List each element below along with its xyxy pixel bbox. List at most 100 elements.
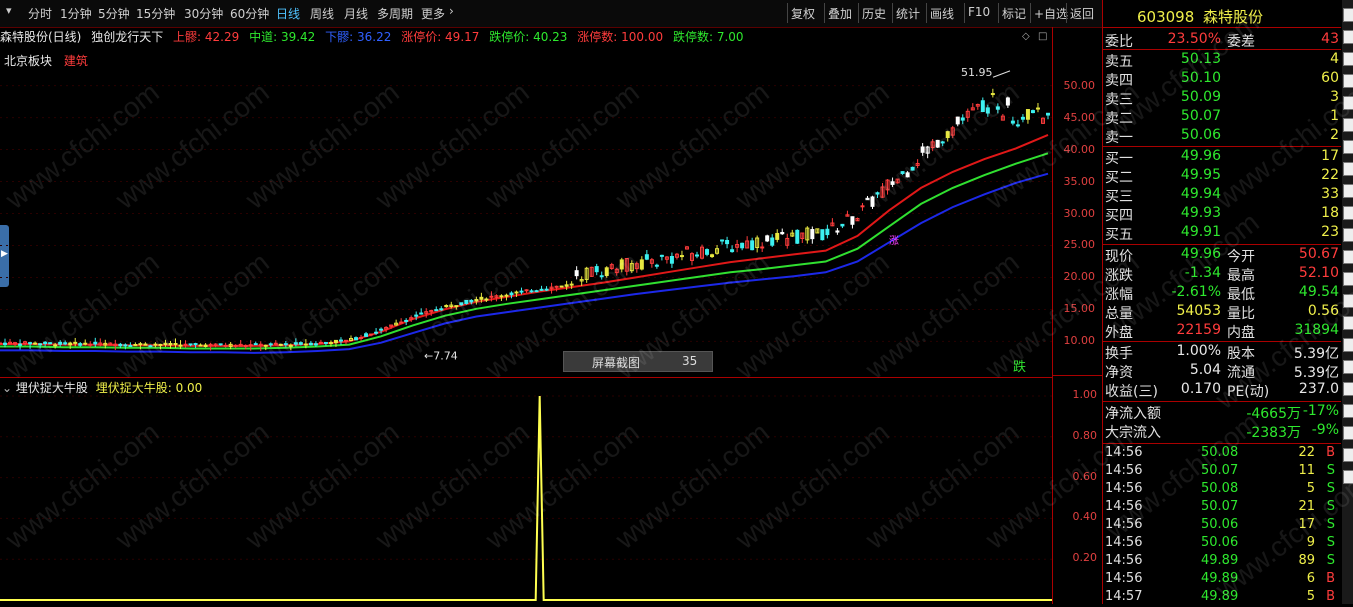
industry-label[interactable]: 建筑 bbox=[64, 54, 88, 68]
period-6[interactable]: 60分钟 bbox=[230, 5, 269, 22]
side-tool-icon[interactable] bbox=[1343, 184, 1353, 198]
tick-side: S bbox=[1326, 463, 1335, 478]
toolbar-button-2[interactable]: 叠加 bbox=[828, 5, 852, 22]
candle-body bbox=[694, 254, 699, 257]
flow-percent: -9% bbox=[1311, 422, 1339, 438]
period-10[interactable]: 多周期 bbox=[377, 5, 413, 22]
high-annotation: 51.95 bbox=[961, 66, 993, 79]
side-tool-icon[interactable] bbox=[1343, 338, 1353, 352]
period-7[interactable]: 日线 bbox=[276, 5, 300, 22]
period-9[interactable]: 月线 bbox=[344, 5, 368, 22]
chart-title-line: 森特股份(日线) 独创龙行天下 上髎: 42.29 中道: 39.42 下髎: … bbox=[0, 28, 750, 45]
candle-body bbox=[659, 254, 664, 257]
period-5[interactable]: 30分钟 bbox=[184, 5, 223, 22]
candle-body bbox=[760, 246, 765, 249]
candle-body bbox=[539, 288, 544, 291]
board-label[interactable]: 北京板块 bbox=[4, 54, 52, 68]
side-tool-icon[interactable] bbox=[1343, 360, 1353, 374]
indicator-name[interactable]: 独创龙行天下 bbox=[91, 30, 163, 44]
side-tool-icon[interactable] bbox=[1343, 404, 1353, 418]
dropdown-icon[interactable]: ▾ bbox=[6, 4, 12, 17]
candle-body bbox=[770, 237, 775, 246]
tick-price: 50.06 bbox=[1201, 535, 1239, 550]
toolbar-button-9[interactable]: 返回 bbox=[1070, 5, 1094, 22]
side-tool-icon[interactable] bbox=[1343, 140, 1353, 154]
toolbar-button-7[interactable]: 标记 bbox=[1002, 5, 1026, 22]
candle-body bbox=[193, 343, 198, 346]
side-tool-icon[interactable] bbox=[1343, 250, 1353, 264]
high-pointer bbox=[992, 70, 1011, 78]
side-tool-icon[interactable] bbox=[1343, 8, 1353, 22]
candle-body bbox=[83, 342, 88, 345]
ask-price: 50.06 bbox=[1180, 127, 1221, 143]
side-tool-icon[interactable] bbox=[1343, 206, 1353, 220]
quote-row-label2: 最高 bbox=[1227, 268, 1255, 284]
candle-body bbox=[514, 291, 519, 294]
candle-body bbox=[233, 344, 238, 347]
bid-price: 49.93 bbox=[1180, 205, 1221, 221]
candle-body bbox=[710, 254, 715, 258]
maximize-icon[interactable]: □ bbox=[1038, 31, 1047, 42]
indicator-axis-label: 0.40 bbox=[1072, 510, 1098, 524]
side-tool-icon[interactable] bbox=[1343, 52, 1353, 66]
candle-body bbox=[644, 254, 649, 260]
tick-time: 14:56 bbox=[1105, 553, 1143, 568]
indicator-pane-name[interactable]: 埋伏捉大牛股 bbox=[16, 381, 88, 395]
candle-body bbox=[569, 283, 574, 286]
tick-volume: 11 bbox=[1298, 463, 1315, 478]
tick-side: B bbox=[1326, 589, 1335, 604]
candle-body bbox=[1010, 120, 1015, 124]
candle-body bbox=[243, 345, 248, 348]
toolbar-button-1[interactable]: 复权 bbox=[791, 5, 815, 22]
weibi-label: 委比 bbox=[1105, 34, 1133, 50]
candle-body bbox=[93, 341, 98, 345]
indicator-axis-label: 0.20 bbox=[1072, 551, 1098, 565]
period-8[interactable]: 周线 bbox=[310, 5, 334, 22]
stock-code: 603098 bbox=[1137, 8, 1195, 26]
toolbar-button-3[interactable]: 历史 bbox=[862, 5, 886, 22]
rise-marker: 涨 bbox=[889, 235, 899, 247]
candle-body bbox=[775, 232, 780, 240]
toolbar-button-5[interactable]: 画线 bbox=[930, 5, 954, 22]
period-1[interactable]: 分时 bbox=[28, 5, 52, 22]
screenshot-tip-value: 35 bbox=[682, 354, 698, 368]
toolbar-separator bbox=[1030, 3, 1031, 23]
collapse-icon[interactable]: ⌄ bbox=[2, 381, 12, 395]
candle-body bbox=[574, 270, 579, 277]
side-tool-icon[interactable] bbox=[1343, 228, 1353, 242]
candle-body bbox=[218, 343, 223, 346]
candle-body bbox=[1030, 110, 1035, 114]
chevron-right-icon[interactable]: › bbox=[449, 4, 454, 18]
side-tool-icon[interactable] bbox=[1343, 30, 1353, 44]
toolbar-button-8[interactable]: +自选 bbox=[1034, 5, 1068, 22]
toolbar-button-6[interactable]: F10 bbox=[968, 5, 990, 19]
limit-down-price: 跌停价: 40.23 bbox=[489, 30, 568, 44]
price-axis-label: 30.00 bbox=[1063, 206, 1096, 220]
indicator-pane[interactable]: ⌄ 埋伏捉大牛股 埋伏捉大牛股: 0.00 bbox=[0, 377, 1052, 605]
candle-body bbox=[3, 342, 8, 345]
side-tool-icon[interactable] bbox=[1343, 382, 1353, 396]
tick-price: 50.08 bbox=[1201, 481, 1239, 496]
toolbar-button-4[interactable]: 统计 bbox=[896, 5, 920, 22]
side-tool-icon[interactable] bbox=[1343, 162, 1353, 176]
toolbar-separator bbox=[892, 3, 893, 23]
fund-row-label: 净资 bbox=[1105, 365, 1133, 381]
period-3[interactable]: 5分钟 bbox=[98, 5, 130, 22]
candle-body bbox=[223, 344, 228, 347]
period-4[interactable]: 15分钟 bbox=[136, 5, 175, 22]
period-2[interactable]: 1分钟 bbox=[60, 5, 92, 22]
side-tool-icon[interactable] bbox=[1343, 448, 1353, 462]
stock-title[interactable]: 森特股份(日线) bbox=[0, 30, 81, 44]
candle-body bbox=[1015, 124, 1020, 127]
side-tool-icon[interactable] bbox=[1343, 426, 1353, 440]
bid-label: 买二 bbox=[1105, 170, 1133, 186]
candle-body bbox=[313, 343, 318, 346]
period-11[interactable]: 更多 bbox=[421, 5, 445, 22]
candle-body bbox=[504, 294, 509, 297]
tick-price: 50.07 bbox=[1201, 499, 1239, 514]
toolbar-separator bbox=[1066, 3, 1067, 23]
bid-volume: 33 bbox=[1321, 186, 1339, 202]
mid-band-label: 中道: 39.42 bbox=[249, 30, 316, 44]
candle-body bbox=[669, 255, 674, 264]
diamond-icon[interactable]: ◇ bbox=[1022, 31, 1030, 42]
